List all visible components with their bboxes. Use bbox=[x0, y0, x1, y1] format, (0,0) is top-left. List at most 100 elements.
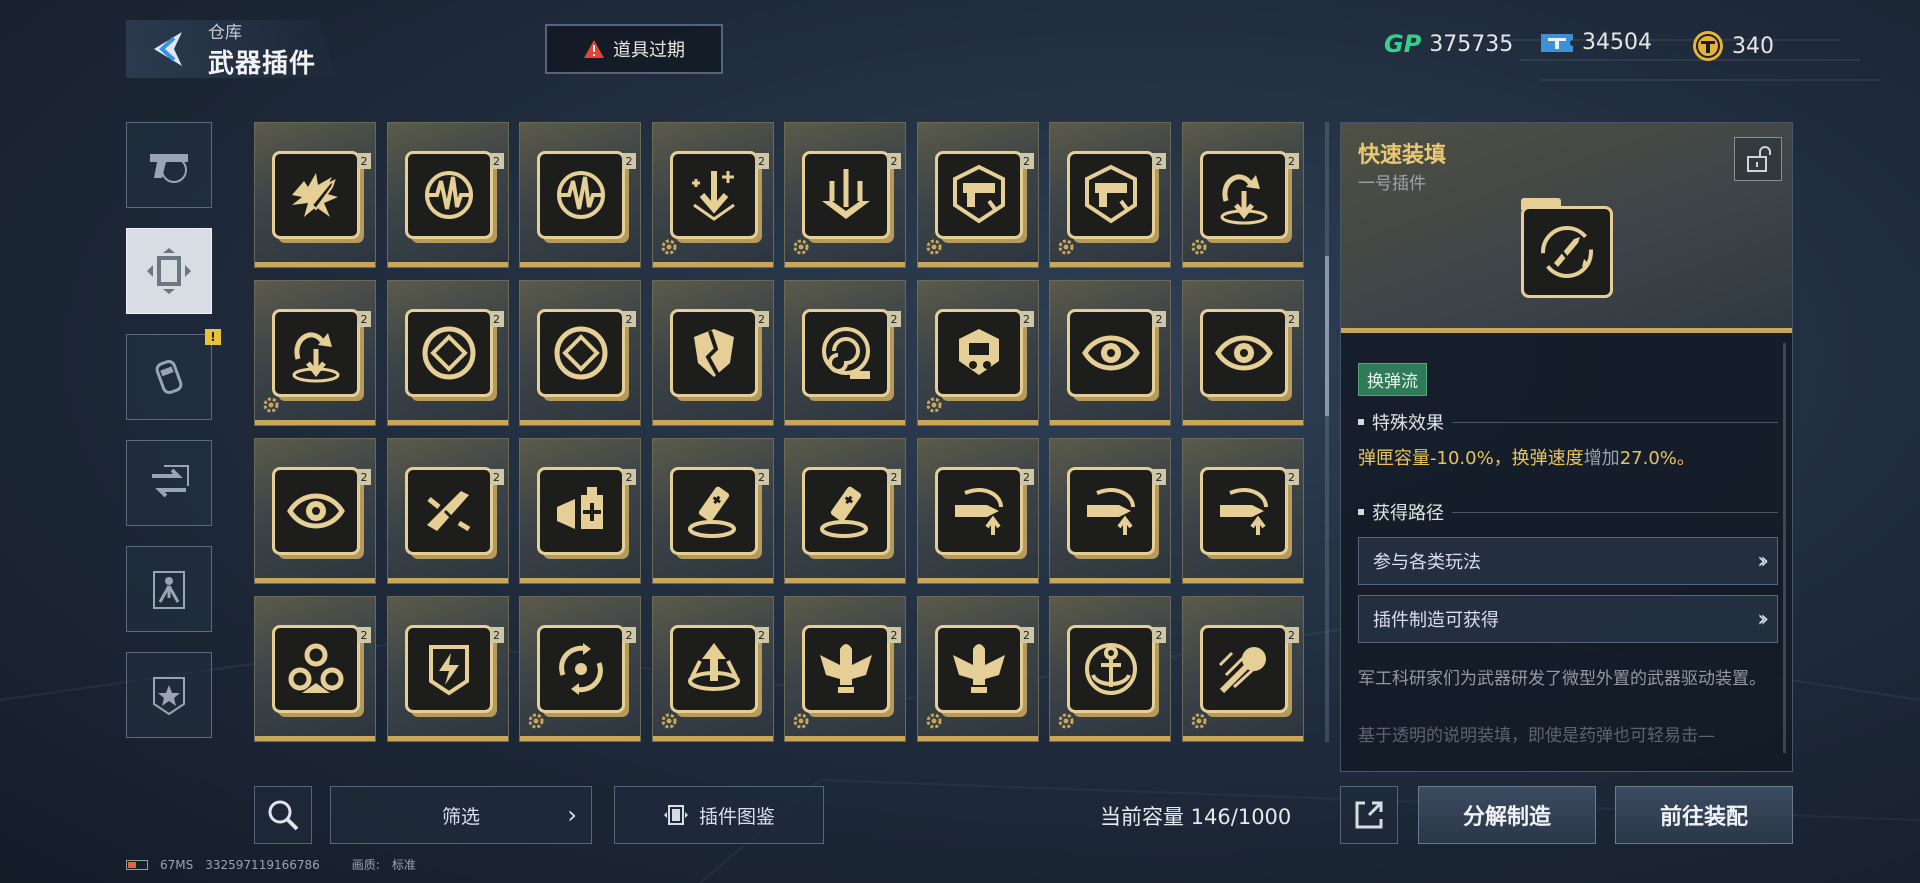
warning-icon bbox=[584, 40, 604, 58]
plugin-slot[interactable]: 2 bbox=[386, 596, 509, 742]
plugin-slot[interactable]: 2 bbox=[1181, 438, 1304, 584]
eye-sensor-icon bbox=[287, 493, 345, 529]
plugin-slot[interactable]: 2 bbox=[519, 280, 641, 426]
search-icon bbox=[268, 800, 299, 831]
coin-currency: 340 bbox=[1692, 30, 1774, 62]
route-gameplay-button[interactable]: 参与各类玩法 ›› bbox=[1358, 537, 1778, 585]
plugin-slot[interactable]: 2 bbox=[1049, 280, 1171, 426]
eye-sensor-icon bbox=[1082, 335, 1140, 371]
plugin-slot[interactable]: 2 bbox=[784, 596, 906, 742]
plugin-card bbox=[802, 151, 890, 239]
plugin-level-badge: 2 bbox=[754, 627, 769, 643]
plugin-slot[interactable]: 2 bbox=[916, 122, 1039, 268]
plugin-card bbox=[1199, 625, 1288, 713]
go-equip-button[interactable]: 前往装配 bbox=[1615, 786, 1793, 844]
lock-toggle-button[interactable] bbox=[1734, 137, 1782, 181]
ticket-currency: 34504 bbox=[1540, 30, 1652, 55]
plugin-level-badge: 2 bbox=[1152, 469, 1166, 485]
plugin-card bbox=[404, 309, 493, 397]
fast-reload-icon bbox=[1541, 226, 1593, 278]
bullet-upgrade-icon bbox=[1219, 488, 1268, 535]
plugin-level-badge: 2 bbox=[1019, 469, 1034, 485]
plugin-slot[interactable]: 2 bbox=[519, 122, 641, 268]
grid-scrollbar-thumb[interactable] bbox=[1325, 256, 1329, 416]
plugin-slot[interactable]: 2 bbox=[1181, 280, 1304, 426]
category-tab-character[interactable] bbox=[126, 546, 212, 632]
effect-section-title: 特殊效果 bbox=[1358, 409, 1778, 435]
detail-plugin-icon bbox=[1521, 198, 1613, 298]
plugin-slot[interactable]: 2 bbox=[254, 438, 376, 584]
plugin-slot[interactable]: 2 bbox=[651, 596, 774, 742]
detail-scrollbar[interactable] bbox=[1783, 343, 1786, 753]
plugin-slot[interactable]: 2 bbox=[254, 280, 376, 426]
plugin-slot[interactable]: 2 bbox=[651, 438, 774, 584]
plugin-level-badge: 2 bbox=[887, 469, 901, 485]
pulse-wave-icon bbox=[557, 171, 605, 219]
grid-scrollbar[interactable] bbox=[1325, 122, 1329, 742]
star-badge-icon bbox=[153, 677, 185, 716]
plugin-slot[interactable]: 2 bbox=[254, 596, 376, 742]
plugin-card bbox=[404, 467, 493, 555]
back-button[interactable]: 仓库 武器插件 bbox=[126, 20, 336, 78]
plugin-slot[interactable]: 2 bbox=[651, 122, 774, 268]
plugin-card bbox=[669, 309, 758, 397]
effect-text-part2: 27.0%。 bbox=[1619, 448, 1695, 469]
expire-alert-button[interactable]: 道具过期 bbox=[545, 24, 723, 74]
plugin-codex-button[interactable]: 插件图鉴 bbox=[614, 786, 824, 844]
category-tab-plugin[interactable] bbox=[126, 228, 212, 314]
plugin-slot[interactable]: 2 bbox=[784, 122, 906, 268]
plugin-description-overflow: 基于透明的说明装填，即使是药弹也可轻易击— bbox=[1358, 726, 1715, 746]
plugin-slot[interactable]: 2 bbox=[651, 280, 774, 426]
plugin-level-badge: 2 bbox=[489, 311, 504, 327]
plugin-slot[interactable]: 2 bbox=[1049, 122, 1171, 268]
plugin-card bbox=[1067, 151, 1155, 239]
plugin-slot[interactable]: 2 bbox=[784, 280, 906, 426]
plugin-slot[interactable]: 2 bbox=[254, 122, 376, 268]
capacity-counter: 当前容量 146/1000 bbox=[1100, 805, 1292, 829]
dismantle-craft-button[interactable]: 分解制造 bbox=[1418, 786, 1596, 844]
shield-gun-icon bbox=[1085, 164, 1137, 224]
category-tab-pistol[interactable] bbox=[126, 122, 212, 208]
share-button[interactable] bbox=[1340, 786, 1398, 844]
route-craft-button[interactable]: 插件制造可获得 ›› bbox=[1358, 595, 1778, 643]
character-icon bbox=[153, 571, 185, 609]
plugin-slot[interactable]: 2 bbox=[916, 596, 1039, 742]
plugin-slot[interactable]: 2 bbox=[1181, 596, 1304, 742]
plugin-slot[interactable]: 2 bbox=[916, 438, 1039, 584]
explosive-bullet-icon bbox=[292, 173, 338, 217]
plugin-slot[interactable]: 2 bbox=[916, 280, 1039, 426]
plugin-slot[interactable]: 2 bbox=[386, 438, 509, 584]
category-tab-grenade[interactable]: ! bbox=[126, 329, 221, 420]
filter-button[interactable]: 筛选 › bbox=[330, 786, 592, 844]
bullet-upgrade-icon bbox=[954, 488, 1003, 535]
search-button[interactable] bbox=[254, 786, 312, 844]
plugin-card bbox=[802, 625, 890, 713]
plugin-slot[interactable]: 2 bbox=[519, 438, 641, 584]
target-ring-icon bbox=[422, 326, 475, 380]
plugin-card bbox=[934, 309, 1023, 397]
plugin-codex-label: 插件图鉴 bbox=[698, 805, 775, 828]
plugin-level-badge: 2 bbox=[754, 311, 769, 327]
double-chevron-right-icon: ›› bbox=[1757, 548, 1768, 574]
pulse-wave-icon bbox=[424, 171, 473, 219]
plugin-card bbox=[1067, 625, 1155, 713]
bullet-upgrade-icon bbox=[1087, 488, 1135, 535]
plugin-card bbox=[802, 309, 890, 397]
plugin-level-badge: 2 bbox=[1152, 311, 1166, 327]
plugin-slot[interactable]: 2 bbox=[1049, 438, 1171, 584]
user-id: 332597119166786 bbox=[205, 857, 320, 872]
plugin-card bbox=[537, 151, 625, 239]
category-tab-favorite[interactable] bbox=[126, 652, 212, 738]
category-tab-transfer[interactable] bbox=[126, 440, 212, 526]
armored-unit-icon bbox=[958, 329, 999, 375]
plugin-slot[interactable]: 2 bbox=[1181, 122, 1304, 268]
plugin-slot[interactable]: 2 bbox=[1049, 596, 1171, 742]
plugin-slot[interactable]: 2 bbox=[386, 122, 509, 268]
plugin-slot[interactable]: 2 bbox=[386, 280, 509, 426]
plugin-level-badge: 2 bbox=[887, 627, 901, 643]
plugin-slot[interactable]: 2 bbox=[519, 596, 641, 742]
route-section-title: 获得路径 bbox=[1358, 499, 1778, 525]
plugin-slot[interactable]: 2 bbox=[784, 438, 906, 584]
gp-value: 375735 bbox=[1429, 31, 1514, 57]
plugin-level-badge: 2 bbox=[357, 627, 371, 643]
